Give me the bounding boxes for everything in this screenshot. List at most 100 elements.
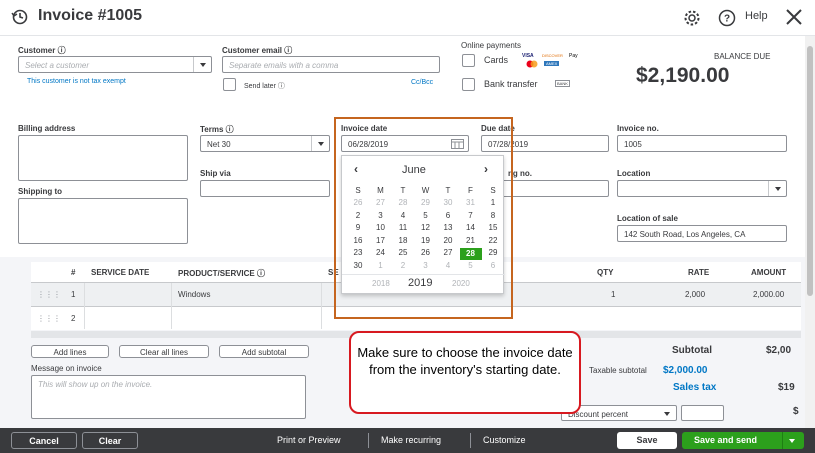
calendar-day[interactable]: 4 <box>392 211 414 220</box>
add-lines-button[interactable]: Add lines <box>31 345 109 358</box>
help-label[interactable]: Help <box>745 10 768 22</box>
customize-link[interactable]: Customize <box>483 435 526 445</box>
help-icon[interactable]: ? <box>718 9 736 27</box>
calendar-day[interactable]: 26 <box>347 198 369 207</box>
terms-select[interactable]: Net 30 <box>200 135 330 152</box>
calendar-day[interactable]: 1 <box>370 261 392 270</box>
col-service-date: SERVICE DATE <box>91 268 150 277</box>
gear-icon[interactable] <box>683 9 701 27</box>
calendar-day[interactable]: 3 <box>415 261 437 270</box>
calendar-day[interactable]: 7 <box>460 211 482 220</box>
calendar-day[interactable]: 4 <box>437 261 459 270</box>
calendar-day[interactable]: 17 <box>370 236 392 245</box>
save-button[interactable]: Save <box>617 432 677 449</box>
chevron-down-icon <box>658 406 676 420</box>
calendar-day[interactable]: 9 <box>347 223 369 232</box>
ship-via-label: Ship via <box>200 169 231 178</box>
calendar-day[interactable]: 15 <box>482 223 504 232</box>
date-picker-calendar: ‹ June › S M T W T F S 26 27 28 29 30 31 1 2 3 4 5 6 7 8 9 10 1… <box>341 155 505 294</box>
billing-address-input[interactable] <box>18 135 188 181</box>
drag-handle-icon[interactable]: ⋮⋮⋮ <box>37 314 61 323</box>
calendar-day[interactable]: 12 <box>415 223 437 232</box>
shipping-to-input[interactable] <box>18 198 188 244</box>
cancel-button[interactable]: Cancel <box>11 432 77 449</box>
calendar-month: June <box>402 164 426 176</box>
calendar-day[interactable]: 8 <box>482 211 504 220</box>
drag-handle-icon[interactable]: ⋮⋮⋮ <box>37 290 61 299</box>
calendar-day[interactable]: 6 <box>437 211 459 220</box>
bank-transfer-checkbox[interactable] <box>462 78 475 91</box>
make-recurring-link[interactable]: Make recurring <box>381 435 441 445</box>
customer-select[interactable]: Select a customer <box>18 56 212 73</box>
send-later-checkbox[interactable] <box>223 78 236 91</box>
recent-transactions-icon[interactable] <box>11 8 29 26</box>
calendar-day[interactable]: 3 <box>370 211 392 220</box>
calendar-day[interactable]: 27 <box>437 248 459 257</box>
calendar-day[interactable]: 5 <box>460 261 482 270</box>
col-qty: QTY <box>597 268 614 277</box>
sales-tax-link[interactable]: Sales tax <box>673 382 716 393</box>
print-preview-link[interactable]: Print or Preview <box>277 435 341 445</box>
weekday-header: T <box>400 186 406 195</box>
calendar-day[interactable]: 22 <box>482 236 504 245</box>
prev-month-icon[interactable]: ‹ <box>354 162 358 176</box>
calendar-day[interactable]: 2 <box>392 261 414 270</box>
calendar-day[interactable]: 24 <box>370 248 392 257</box>
calendar-day[interactable]: 28 <box>459 248 482 261</box>
mastercard-logo <box>526 60 538 68</box>
close-icon[interactable] <box>785 8 803 26</box>
calendar-day[interactable]: 18 <box>392 236 414 245</box>
location-select[interactable] <box>617 180 787 197</box>
scrollbar-thumb[interactable] <box>807 46 813 296</box>
calendar-day[interactable]: 10 <box>370 223 392 232</box>
discount-value: $ <box>793 406 799 417</box>
invoice-no-input[interactable]: 1005 <box>617 135 787 152</box>
calendar-day[interactable]: 30 <box>347 261 369 270</box>
cc-bcc-link[interactable]: Cc/Bcc <box>411 79 433 86</box>
clear-all-lines-button[interactable]: Clear all lines <box>119 345 209 358</box>
calendar-day[interactable]: 2 <box>347 211 369 220</box>
calendar-day[interactable]: 26 <box>415 248 437 257</box>
location-of-sale-input[interactable]: 142 South Road, Los Angeles, CA <box>617 225 787 242</box>
cards-label: Cards <box>484 55 509 65</box>
calendar-day[interactable]: 25 <box>392 248 414 257</box>
calendar-day[interactable]: 14 <box>460 223 482 232</box>
customer-email-input[interactable]: Separate emails with a comma <box>222 56 440 73</box>
next-year[interactable]: 2020 <box>452 279 470 288</box>
message-input[interactable]: This will show up on the invoice. <box>31 375 306 419</box>
current-year: 2019 <box>408 277 433 289</box>
calendar-day[interactable]: 31 <box>460 198 482 207</box>
calendar-day[interactable]: 13 <box>437 223 459 232</box>
clear-button[interactable]: Clear <box>82 432 138 449</box>
calendar-day[interactable]: 23 <box>347 248 369 257</box>
calendar-day[interactable]: 30 <box>437 198 459 207</box>
calendar-day[interactable]: 28 <box>392 198 414 207</box>
calendar-day[interactable]: 19 <box>415 236 437 245</box>
calendar-day[interactable]: 27 <box>370 198 392 207</box>
chevron-down-icon[interactable] <box>789 439 795 443</box>
calendar-day[interactable]: 11 <box>392 223 414 232</box>
calendar-day[interactable]: 6 <box>482 261 504 270</box>
next-month-icon[interactable]: › <box>484 162 488 176</box>
svg-text:?: ? <box>724 14 730 25</box>
vertical-scrollbar[interactable] <box>805 36 815 428</box>
calendar-day[interactable]: 5 <box>415 211 437 220</box>
calendar-day[interactable]: 1 <box>482 198 504 207</box>
calendar-day[interactable]: 21 <box>460 236 482 245</box>
add-subtotal-button[interactable]: Add subtotal <box>219 345 309 358</box>
footer-bar: Cancel Clear Print or Preview Make recur… <box>0 428 815 453</box>
balance-due-label: BALANCE DUE <box>714 52 771 61</box>
calendar-day[interactable]: 20 <box>437 236 459 245</box>
billing-address-label: Billing address <box>18 124 76 133</box>
amex-logo: AMEX <box>544 61 560 66</box>
calendar-day[interactable]: 16 <box>347 236 369 245</box>
save-and-send-button[interactable]: Save and send <box>682 432 804 449</box>
prev-year[interactable]: 2018 <box>372 279 390 288</box>
ship-via-input[interactable] <box>200 180 330 197</box>
calendar-day[interactable]: 29 <box>482 248 504 257</box>
cards-checkbox[interactable] <box>462 54 475 67</box>
calendar-day[interactable]: 29 <box>415 198 437 207</box>
customer-email-label: Customer email ⓘ <box>222 46 293 55</box>
discount-input[interactable] <box>681 405 724 421</box>
sales-tax-value: $19 <box>778 382 795 393</box>
